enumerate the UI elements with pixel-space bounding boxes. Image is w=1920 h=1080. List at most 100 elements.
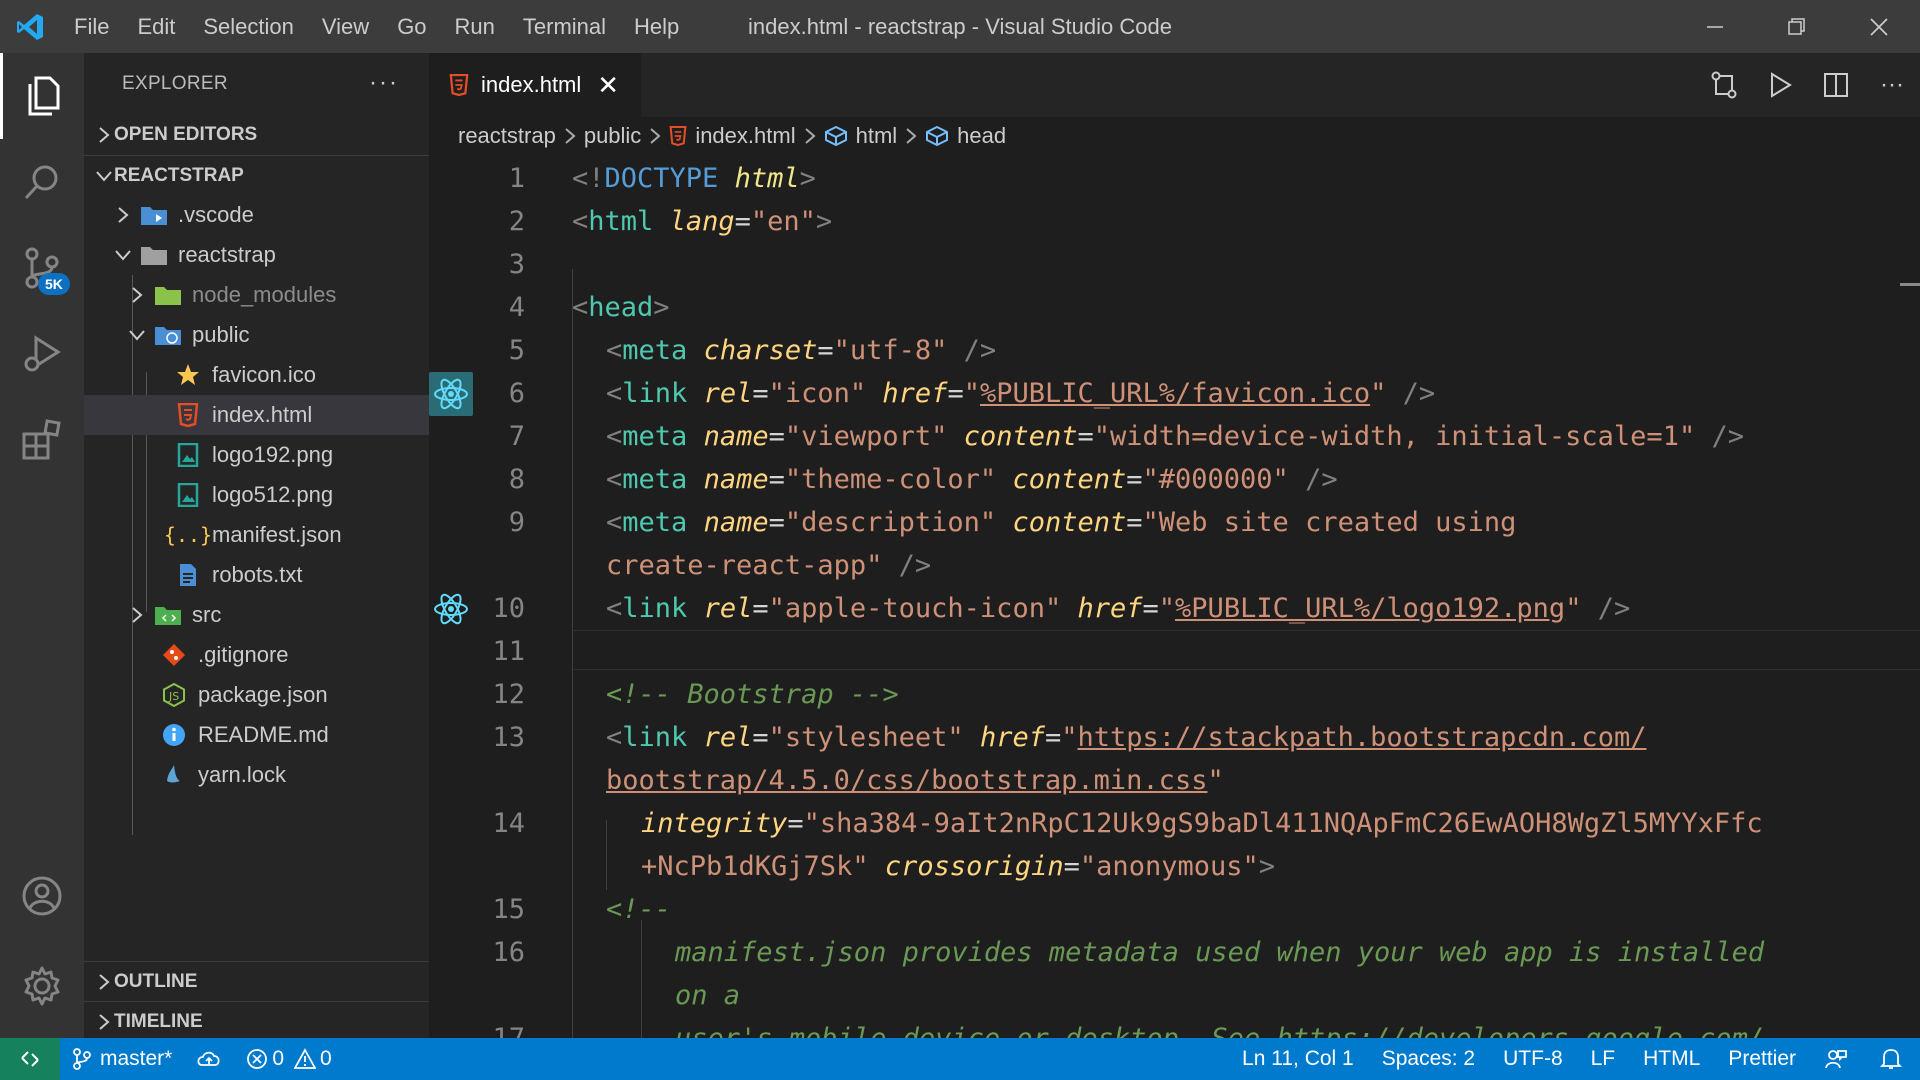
indentation-status[interactable]: Spaces: 2 <box>1368 1038 1489 1080</box>
error-icon <box>246 1048 268 1070</box>
menu-selection[interactable]: Selection <box>189 0 308 53</box>
chevron-right-icon <box>84 125 114 145</box>
code-line: <link rel="stylesheet" href="https://sta… <box>606 722 1647 753</box>
branch-status[interactable]: master* <box>60 1038 184 1080</box>
title-bar: File Edit Selection View Go Run Terminal… <box>0 0 1920 53</box>
error-count: 0 <box>272 1047 285 1070</box>
minimize-button[interactable] <box>1674 0 1756 53</box>
line-number: 1 <box>508 163 525 194</box>
menu-go[interactable]: Go <box>383 0 440 53</box>
tree-item-label: yarn.lock <box>198 762 287 787</box>
close-window-button[interactable] <box>1838 0 1920 53</box>
line-number: 14 <box>492 808 525 839</box>
tree-item-gitignore[interactable]: .gitignore <box>84 635 429 675</box>
menu-view[interactable]: View <box>308 0 383 53</box>
close-tab-icon[interactable]: ✕ <box>597 70 619 101</box>
code-editor[interactable]: 1 2 3 4 5 6 7 8 9 10 11 12 13 14 15 16 1… <box>429 155 1920 1038</box>
line-number: 12 <box>492 679 525 710</box>
remote-indicator-icon[interactable] <box>0 1038 60 1080</box>
tree-item-label: README.md <box>198 722 329 747</box>
code-line: <!-- <box>606 894 672 925</box>
text-file-icon <box>174 561 202 589</box>
tree-item-reactstrap[interactable]: reactstrap <box>84 235 429 275</box>
tree-item-src[interactable]: src <box>84 595 429 635</box>
cursor-position[interactable]: Ln 11, Col 1 <box>1228 1038 1368 1080</box>
code-line: <meta name="description" content="Web si… <box>606 507 1517 538</box>
tree-item-logo192[interactable]: logo192.png <box>84 435 429 475</box>
open-editors-section[interactable]: OPEN EDITORS <box>84 115 429 155</box>
breadcrumb-item[interactable]: reactstrap <box>458 123 556 149</box>
breadcrumb-item[interactable]: head <box>957 123 1006 149</box>
tree-item-public[interactable]: public <box>84 315 429 355</box>
run-debug-icon[interactable] <box>0 311 84 397</box>
sync-status[interactable] <box>184 1038 234 1080</box>
more-actions-icon[interactable]: ··· <box>1864 71 1920 99</box>
open-changes-icon[interactable] <box>1696 70 1752 100</box>
menu-file[interactable]: File <box>60 0 123 53</box>
menu-help[interactable]: Help <box>620 0 693 53</box>
tree-item-label: reactstrap <box>178 242 276 267</box>
line-number: 5 <box>508 335 525 366</box>
timeline-section[interactable]: TIMELINE <box>84 1001 429 1041</box>
breadcrumb: reactstrap public index.html html head <box>429 117 1920 155</box>
source-control-icon[interactable]: 5K <box>0 225 84 311</box>
eol-status[interactable]: LF <box>1577 1038 1630 1080</box>
tree-item-readme[interactable]: README.md <box>84 715 429 755</box>
tab-label: index.html <box>481 72 582 97</box>
language-mode[interactable]: HTML <box>1629 1038 1714 1080</box>
formatter-status[interactable]: Prettier <box>1714 1038 1810 1080</box>
menu-run[interactable]: Run <box>441 0 509 53</box>
symbol-element-icon <box>824 125 848 147</box>
search-icon[interactable] <box>0 139 84 225</box>
tree-item-favicon[interactable]: favicon.ico <box>84 355 429 395</box>
tab-index-html[interactable]: index.html ✕ <box>429 53 641 117</box>
encoding-status[interactable]: UTF-8 <box>1489 1038 1577 1080</box>
problems-status[interactable]: 0 0 <box>234 1038 343 1080</box>
tree-item-label: public <box>192 322 250 347</box>
chevron-down-icon <box>126 328 148 342</box>
tree-item-label: node_modules <box>192 282 337 307</box>
accounts-icon[interactable] <box>0 853 84 939</box>
notifications-bell-icon[interactable] <box>1862 1038 1920 1080</box>
restore-button[interactable] <box>1756 0 1838 53</box>
tree-item-vscode[interactable]: .vscode <box>84 195 429 235</box>
outline-section[interactable]: OUTLINE <box>84 961 429 1001</box>
extensions-icon[interactable] <box>0 397 84 483</box>
editor-tab-bar: index.html ✕ ··· <box>429 53 1920 117</box>
menu-edit[interactable]: Edit <box>123 0 189 53</box>
more-actions-icon[interactable]: ··· <box>369 69 399 97</box>
tree-item-logo512[interactable]: logo512.png <box>84 475 429 515</box>
code-line: user's mobile device or desktop. See htt… <box>675 1023 1764 1038</box>
run-icon[interactable] <box>1752 71 1808 99</box>
tree-item-yarn-lock[interactable]: yarn.lock <box>84 755 429 795</box>
chevron-down-icon <box>84 169 114 183</box>
tree-item-manifest[interactable]: {..} manifest.json <box>84 515 429 555</box>
chevron-down-icon <box>112 248 134 262</box>
split-editor-icon[interactable] <box>1808 71 1864 99</box>
tree-item-robots[interactable]: robots.txt <box>84 555 429 595</box>
settings-gear-icon[interactable] <box>0 943 84 1029</box>
git-icon <box>160 641 188 669</box>
chevron-right-icon <box>649 126 661 146</box>
warning-icon <box>294 1048 317 1070</box>
feedback-icon[interactable] <box>1810 1038 1862 1080</box>
breadcrumb-item[interactable]: html <box>856 123 898 149</box>
code-line-wrap: bootstrap/4.5.0/css/bootstrap.min.css" <box>606 765 1224 796</box>
tree-item-index-html[interactable]: index.html <box>84 395 429 435</box>
outline-label: OUTLINE <box>114 970 198 992</box>
explorer-icon[interactable] <box>0 53 84 139</box>
menu-terminal[interactable]: Terminal <box>509 0 620 53</box>
tree-item-label: .vscode <box>178 202 254 227</box>
tree-item-package-json[interactable]: JS package.json <box>84 675 429 715</box>
json-icon: {..} <box>163 523 213 547</box>
open-editors-label: OPEN EDITORS <box>114 124 258 145</box>
breadcrumb-item[interactable]: public <box>584 123 641 149</box>
public-folder-icon <box>154 321 182 349</box>
minimize-icon <box>1707 25 1723 28</box>
tree-item-node-modules[interactable]: node_modules <box>84 275 429 315</box>
src-folder-icon <box>154 601 182 629</box>
line-number: 6 <box>508 378 525 409</box>
breadcrumb-item[interactable]: index.html <box>695 123 795 149</box>
menu-bar: File Edit Selection View Go Run Terminal… <box>60 0 693 53</box>
project-section[interactable]: REACTSTRAP <box>84 155 429 195</box>
